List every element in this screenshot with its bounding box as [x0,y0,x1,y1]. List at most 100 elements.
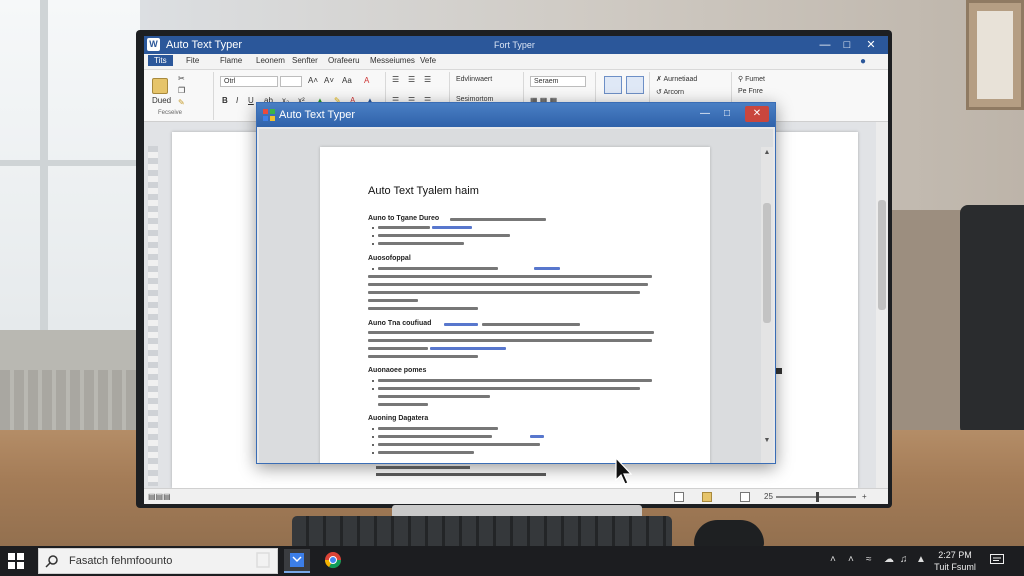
bullet [372,428,374,430]
paste-icon[interactable] [152,78,168,94]
bold-button[interactable]: B [222,96,228,105]
font-size-box[interactable] [280,76,302,87]
copy-icon[interactable]: ❐ [178,86,185,95]
text-line [368,339,652,342]
text-line [376,466,470,469]
word-logo-icon: W [147,38,160,51]
dialog-preview-area: Auto Text Tyalem haim Auno to Tgane Dure… [259,129,773,463]
page-mark [776,368,782,374]
document-preview[interactable]: Auto Text Tyalem haim Auno to Tgane Dure… [320,147,710,463]
dialog-title: Auto Text Typer [279,109,356,121]
cut-icon[interactable]: ✂ [178,74,185,83]
picture-icon[interactable] [626,76,644,94]
align-center-icon[interactable]: ☰ [408,75,415,84]
taskbar: Fasatch fehmfoounto ˄ ˄ ≈ ☁ ♫ ▲ 2:27 PM … [0,546,1024,576]
volume-icon[interactable]: ♫ [900,554,908,565]
taskbar-app-typer-icon[interactable] [284,549,310,573]
zoom-in-button[interactable]: + [862,492,867,501]
word-vertical-scrollbar[interactable] [876,122,888,488]
text-line [378,387,640,390]
align-right-icon[interactable]: ☰ [424,75,431,84]
tab-home[interactable]: Fite [186,56,199,65]
link-text[interactable] [534,267,560,270]
format-painter-icon[interactable]: ✎ [178,98,185,107]
text-line [378,234,510,237]
table-icon[interactable] [604,76,622,94]
text-line [368,275,652,278]
section-heading-1: Auno to Tgane Dureo [368,215,440,222]
word-maximize-button[interactable]: □ [838,37,856,53]
bullet [372,235,374,237]
search-icon [45,555,58,568]
web-layout-button[interactable] [740,492,750,502]
scroll-up-button[interactable]: ▲ [761,147,773,159]
focus-view-button[interactable] [674,492,684,502]
link-text[interactable] [430,347,506,350]
network-icon[interactable]: ≈ [866,554,872,565]
link-text[interactable] [432,226,472,229]
wifi-icon[interactable]: ▲ [916,554,926,565]
style-dropdown[interactable]: Seraem [530,76,586,87]
tab-mailings[interactable]: Messeiumes [370,56,415,65]
dialog-maximize-button[interactable]: □ [717,106,737,122]
editing-item-1[interactable]: ✗ Aurnetiaad [656,75,697,83]
taskbar-search-box[interactable]: Fasatch fehmfoounto [38,548,278,574]
change-case-button[interactable]: Aa [342,76,352,85]
chrome-icon[interactable] [320,549,346,573]
italic-button[interactable]: I [236,96,238,105]
tray-overflow-icon[interactable]: ˄ [830,554,836,565]
tab-insert[interactable]: Flame [220,56,242,65]
text-line [378,443,540,446]
dialog-scroll-thumb[interactable] [763,203,771,323]
page-count-status: ▤▤▤ [148,492,171,501]
replace-button[interactable]: Pe Fnre [738,88,763,95]
cloud-icon[interactable]: ☁ [884,554,894,565]
grow-font-button[interactable]: A˄ [308,76,318,85]
zoom-slider-handle[interactable] [816,492,819,502]
paste-button[interactable]: Dued [152,96,171,105]
shrink-font-button[interactable]: A˅ [324,76,334,85]
document-text-behind-dialog [368,464,568,478]
tab-file[interactable]: Tits [148,55,173,66]
find-button[interactable]: ⚲ Fumet [738,75,765,83]
tab-layout[interactable]: Senfter [292,56,318,65]
dialog-vertical-scrollbar[interactable]: ▲ ▼ [761,147,773,463]
text-line [378,267,498,270]
scroll-down-button[interactable]: ▼ [761,435,773,447]
text-line [482,323,580,326]
align-left-icon[interactable]: ☰ [392,75,399,84]
bullet [372,436,374,438]
clear-format-icon[interactable]: A [364,76,369,85]
dialog-close-button[interactable]: ✕ [745,106,769,122]
word-close-button[interactable]: ✕ [862,37,880,53]
bullet [372,243,374,245]
dialog-minimize-button[interactable]: — [695,106,715,122]
link-text[interactable] [444,323,478,326]
text-line [378,435,492,438]
link-text[interactable] [530,435,544,438]
clipboard-group-label: Fecseive [158,110,183,116]
tab-view[interactable]: Vefe [420,56,436,65]
task-view-icon[interactable] [250,551,276,575]
taskbar-clock[interactable]: 2:27 PM Tuit Fsuml [930,549,980,573]
notification-icon[interactable] [990,554,1004,566]
word-document-title: Fort Typer [494,40,535,50]
windows-start-icon[interactable] [8,553,24,569]
style-item-1[interactable]: Edvlinwaert [456,76,492,83]
word-minimize-button[interactable]: — [816,37,834,53]
font-name-box[interactable]: Otrl [220,76,278,87]
underline-button[interactable]: U [248,96,254,105]
clock-time: 2:27 PM [938,550,972,560]
print-layout-button[interactable] [702,492,712,502]
tab-design[interactable]: Leonem [256,56,285,65]
search-text: Fasatch fehmfoounto [69,555,173,567]
tab-references[interactable]: Orafeeru [328,56,360,65]
bullet [372,268,374,270]
account-icon[interactable]: ● [860,56,866,67]
word-scroll-thumb[interactable] [878,200,886,310]
text-line [378,242,464,245]
mouse-cursor-icon [615,456,633,485]
word-status-bar: ▤▤▤ 25 + [144,488,888,504]
editing-item-2[interactable]: ↺ Arcorn [656,88,684,96]
tray-chevron-icon[interactable]: ˄ [848,554,854,565]
